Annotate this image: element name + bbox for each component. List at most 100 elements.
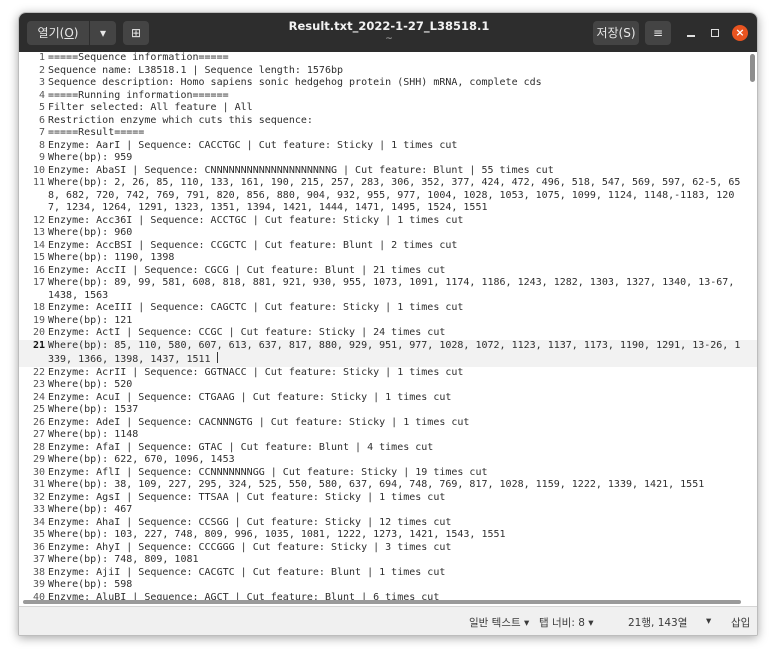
line-text[interactable]: Enzyme: AcuI | Sequence: CTGAAG | Cut fe… [47,392,757,405]
header-bar: 열기(O) ▾ ⊞ Result.txt_2022-1-27_L38518.1 … [19,13,757,52]
line-text[interactable]: Enzyme: AccII | Sequence: CGCG | Cut fea… [47,265,757,278]
line-text[interactable]: Enzyme: AflI | Sequence: CCNNNNNNNGG | C… [47,467,757,480]
line-text[interactable]: =====Result===== [47,127,757,140]
text-line[interactable]: 19 Where(bp): 121 [19,315,757,328]
text-line[interactable]: 9 Where(bp): 959 [19,152,757,165]
text-line[interactable]: 26 Enzyme: AdeI | Sequence: CACNNNGTG | C… [19,417,757,430]
line-text[interactable]: =====Running information====== [47,90,757,103]
text-line[interactable]: 29 Where(bp): 622, 670, 1096, 1453 [19,454,757,467]
text-line[interactable]: 25 Where(bp): 1537 [19,404,757,417]
text-line[interactable]: 24 Enzyme: AcuI | Sequence: CTGAAG | Cut … [19,392,757,405]
text-editor-window: 열기(O) ▾ ⊞ Result.txt_2022-1-27_L38518.1 … [18,12,758,636]
text-line[interactable]: 4 =====Running information====== [19,90,757,103]
text-line[interactable]: 14 Enzyme: AccBSI | Sequence: CCGCTC | Cu… [19,240,757,253]
line-text[interactable]: Where(bp): 1148 [47,429,757,442]
text-line[interactable]: 2 Sequence name: L38518.1 | Sequence leng… [19,65,757,78]
syntax-mode-selector[interactable]: 일반 텍스트 ▾ [469,615,529,630]
text-line[interactable]: 17 Where(bp): 89, 99, 581, 608, 818, 881,… [19,277,757,302]
line-text[interactable]: Sequence description: Homo sapiens sonic… [47,77,757,90]
line-text[interactable]: Enzyme: AhaI | Sequence: CCSGG | Cut fea… [47,517,757,530]
line-text[interactable]: Where(bp): 1190, 1398 [47,252,757,265]
text-line[interactable]: 20 Enzyme: ActI | Sequence: CCGC | Cut fe… [19,327,757,340]
text-line[interactable]: 21 Where(bp): 85, 110, 580, 607, 613, 637… [19,339,757,367]
text-line[interactable]: 7 =====Result===== [19,127,757,140]
vertical-scrollbar[interactable] [750,54,755,82]
line-text[interactable]: Where(bp): 960 [47,227,757,240]
text-line[interactable]: 37 Where(bp): 748, 809, 1081 [19,554,757,567]
text-line[interactable]: 31 Where(bp): 38, 109, 227, 295, 324, 525… [19,479,757,492]
line-text[interactable]: Restriction enzyme which cuts this seque… [47,115,757,128]
line-text[interactable]: Where(bp): 2, 26, 85, 110, 133, 161, 190… [47,177,757,215]
text-line[interactable]: 3 Sequence description: Homo sapiens soni… [19,77,757,90]
maximize-icon[interactable] [707,25,723,41]
line-text[interactable]: Where(bp): 121 [47,315,757,328]
line-text[interactable]: Where(bp): 89, 99, 581, 608, 818, 881, 9… [47,277,757,302]
line-text[interactable]: Enzyme: AfaI | Sequence: GTAC | Cut feat… [47,442,757,455]
text-line[interactable]: 35 Where(bp): 103, 227, 748, 809, 996, 10… [19,529,757,542]
line-text[interactable]: Enzyme: ActI | Sequence: CCGC | Cut feat… [47,327,757,340]
text-line[interactable]: 5 Filter selected: All feature | All [19,102,757,115]
cursor-position-chevron-down-icon[interactable]: ▾ [706,615,711,627]
line-text[interactable]: Sequence name: L38518.1 | Sequence lengt… [47,65,757,78]
line-text[interactable]: Enzyme: AdeI | Sequence: CACNNNGTG | Cut… [47,417,757,430]
text-line[interactable]: 39 Where(bp): 598 [19,579,757,592]
line-text[interactable]: Enzyme: AarI | Sequence: CACCTGC | Cut f… [47,140,757,153]
text-line[interactable]: 1 =====Sequence information===== [19,52,757,65]
text-line[interactable]: 13 Where(bp): 960 [19,227,757,240]
text-line[interactable]: 33 Where(bp): 467 [19,504,757,517]
line-text[interactable]: Where(bp): 622, 670, 1096, 1453 [47,454,757,467]
line-text[interactable]: Where(bp): 1537 [47,404,757,417]
text-line[interactable]: 11 Where(bp): 2, 26, 85, 110, 133, 161, 1… [19,177,757,215]
text-line[interactable]: 38 Enzyme: AjiI | Sequence: CACGTC | Cut … [19,567,757,580]
line-text[interactable]: Where(bp): 959 [47,152,757,165]
line-text[interactable]: Where(bp): 467 [47,504,757,517]
line-text[interactable]: =====Sequence information===== [47,52,757,65]
line-text[interactable]: Enzyme: AceIII | Sequence: CAGCTC | Cut … [47,302,757,315]
line-number: 16 [32,264,45,276]
save-button[interactable]: 저장(S) [593,21,639,45]
line-text[interactable]: Where(bp): 85, 110, 580, 607, 613, 637, … [47,340,757,367]
text-line[interactable]: 16 Enzyme: AccII | Sequence: CGCG | Cut f… [19,265,757,278]
open-button[interactable]: 열기(O) [27,21,89,45]
insert-mode-indicator[interactable]: 삽입 [731,615,750,630]
line-text[interactable]: Where(bp): 103, 227, 748, 809, 996, 1035… [47,529,757,542]
line-text[interactable]: Enzyme: AbaSI | Sequence: CNNNNNNNNNNNNN… [47,165,757,178]
text-line[interactable]: 22 Enzyme: AcrII | Sequence: GGTNACC | Cu… [19,367,757,380]
text-line[interactable]: 18 Enzyme: AceIII | Sequence: CAGCTC | Cu… [19,302,757,315]
text-line[interactable]: 23 Where(bp): 520 [19,379,757,392]
line-text[interactable]: Where(bp): 748, 809, 1081 [47,554,757,567]
close-icon[interactable]: × [732,25,748,41]
minimize-icon[interactable] [683,25,699,41]
text-lines: 1 =====Sequence information===== 2 Sequence… [19,52,757,604]
hamburger-menu-icon[interactable]: ≡ [645,21,671,45]
line-text[interactable]: Where(bp): 598 [47,579,757,592]
new-tab-icon[interactable]: ⊞ [123,21,149,45]
line-text[interactable]: Enzyme: AhyI | Sequence: CCCGGG | Cut fe… [47,542,757,555]
line-text[interactable]: Enzyme: Acc36I | Sequence: ACCTGC | Cut … [47,215,757,228]
text-line[interactable]: 36 Enzyme: AhyI | Sequence: CCCGGG | Cut … [19,542,757,555]
text-line[interactable]: 10 Enzyme: AbaSI | Sequence: CNNNNNNNNNNN… [19,165,757,178]
text-line[interactable]: 34 Enzyme: AhaI | Sequence: CCSGG | Cut f… [19,517,757,530]
text-line[interactable]: 15 Where(bp): 1190, 1398 [19,252,757,265]
line-text[interactable]: Where(bp): 520 [47,379,757,392]
line-text[interactable]: Enzyme: AcrII | Sequence: GGTNACC | Cut … [47,367,757,380]
text-line[interactable]: 28 Enzyme: AfaI | Sequence: GTAC | Cut fe… [19,442,757,455]
text-line[interactable]: 32 Enzyme: AgsI | Sequence: TTSAA | Cut f… [19,492,757,505]
line-number: 18 [32,302,45,313]
text-line[interactable]: 6 Restriction enzyme which cuts this sequ… [19,115,757,128]
line-text[interactable]: Enzyme: AccBSI | Sequence: CCGCTC | Cut … [47,240,757,253]
tab-width-selector[interactable]: 탭 너비: 8 ▾ [539,615,593,630]
line-text[interactable]: Enzyme: AgsI | Sequence: TTSAA | Cut fea… [47,492,757,505]
text-line[interactable]: 12 Enzyme: Acc36I | Sequence: ACCTGC | Cu… [19,215,757,228]
horizontal-scrollbar[interactable] [23,600,741,604]
text-line[interactable]: 27 Where(bp): 1148 [19,429,757,442]
cursor-position[interactable]: 21행, 143열 [628,615,687,630]
line-text[interactable]: Filter selected: All feature | All [47,102,757,115]
text-line[interactable]: 8 Enzyme: AarI | Sequence: CACCTGC | Cut … [19,140,757,153]
text-editor-area[interactable]: 1 =====Sequence information===== 2 Sequence… [19,52,757,606]
line-text[interactable]: Where(bp): 38, 109, 227, 295, 324, 525, … [47,479,757,492]
line-text[interactable]: Enzyme: AjiI | Sequence: CACGTC | Cut fe… [47,567,757,580]
line-number: 30 [32,466,45,478]
open-menu-chevron-down-icon[interactable]: ▾ [90,21,116,45]
text-line[interactable]: 30 Enzyme: AflI | Sequence: CCNNNNNNNGG |… [19,467,757,480]
